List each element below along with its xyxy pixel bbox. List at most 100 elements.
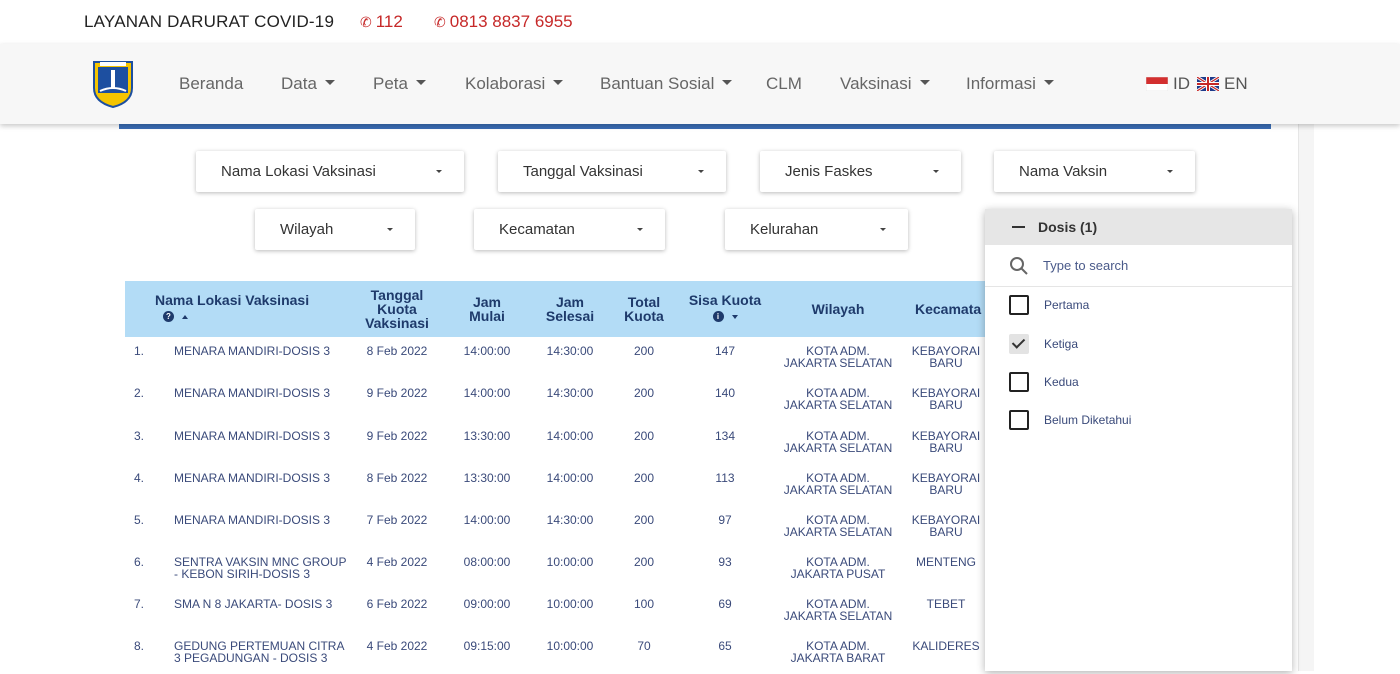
th-total-kuota[interactable]: Total Kuota — [614, 295, 674, 323]
cell-line: BARU — [929, 525, 963, 539]
dosis-option[interactable]: Belum Diketahui — [1009, 410, 1131, 430]
cell-sisa: 113 — [715, 471, 735, 485]
cell-tanggal: 9 Feb 2022 — [366, 386, 428, 400]
th-jam-mulai[interactable]: Jam Mulai — [452, 295, 522, 323]
cell-kecamatan: KEBAYORAI BARU — [906, 345, 986, 369]
cell-mulai: 14:00:00 — [463, 513, 511, 527]
caret-down-icon — [880, 228, 886, 231]
cell-tanggal: 7 Feb 2022 — [366, 513, 428, 527]
phone-link-112[interactable]: ✆ 112 — [360, 12, 403, 32]
cell-mulai: 08:00:00 — [463, 555, 511, 569]
filter-label: Nama Lokasi Vaksinasi — [221, 163, 376, 180]
cell-line: MENTENG — [916, 555, 976, 569]
cell-mulai: 14:00:00 — [463, 344, 511, 358]
checkbox-icon[interactable] — [1009, 295, 1029, 315]
nav-label: Vaksinasi — [840, 74, 912, 93]
cell-line: MENARA MANDIRI-DOSIS 3 — [174, 513, 331, 527]
table-row[interactable]: 6. SENTRA VAKSIN MNC GROUP - KEBON SIRIH-D… — [125, 548, 985, 590]
cell-line: TEBET — [926, 597, 966, 611]
caret-down-icon — [387, 228, 393, 231]
filter-nama-vaksin[interactable]: Nama Vaksin — [994, 151, 1195, 192]
nav-informasi[interactable]: Informasi — [966, 74, 1054, 94]
cell-selesai: 14:00:00 — [546, 471, 594, 485]
cell-lokasi: SENTRA VAKSIN MNC GROUP - KEBON SIRIH-DOS… — [174, 556, 354, 580]
cell-selesai: 14:00:00 — [546, 429, 594, 443]
filter-label: Wilayah — [280, 221, 334, 238]
th-label: Wilayah — [811, 301, 865, 317]
cell-sisa: 65 — [718, 639, 732, 653]
th-label: Sisa Kuota — [688, 292, 762, 308]
dosis-option[interactable]: Pertama — [1009, 295, 1089, 315]
th-kecamatan[interactable]: Kecamata — [915, 302, 995, 316]
nav-clm[interactable]: CLM — [766, 74, 802, 94]
dosis-option[interactable]: Ketiga — [1009, 334, 1078, 354]
cell-line: BARU — [929, 398, 963, 412]
lang-en-button[interactable]: EN — [1197, 74, 1248, 94]
nav-peta[interactable]: Peta — [373, 74, 426, 94]
sort-desc-icon[interactable] — [731, 314, 738, 319]
th-sisa-kuota[interactable]: Sisa Kuota i — [685, 293, 765, 322]
table-row[interactable]: 2. MENARA MANDIRI-DOSIS 3 9 Feb 2022 14:00:… — [125, 379, 985, 421]
dosis-dropdown-panel: Dosis (1) Type to search Pertama Ketiga Ke… — [985, 209, 1292, 671]
nav-label: Beranda — [179, 74, 244, 93]
filter-kelurahan[interactable]: Kelurahan — [725, 209, 908, 250]
checkbox-icon[interactable] — [1009, 372, 1029, 392]
phone-number: 112 — [375, 12, 403, 31]
cell-total: 200 — [633, 555, 655, 569]
table-row[interactable]: 8. GEDUNG PERTEMUAN CITRA 3 PEGADUNGAN - D… — [125, 632, 985, 674]
dosis-option-label: Kedua — [1044, 375, 1079, 389]
cell-total: 200 — [633, 429, 655, 443]
cell-line: JAKARTA SELATAN — [783, 525, 893, 539]
nav-label: Bantuan Sosial — [600, 74, 715, 93]
dosis-panel-header[interactable]: Dosis (1) — [985, 209, 1292, 245]
filter-tanggal[interactable]: Tanggal Vaksinasi — [498, 151, 726, 192]
cell-mulai: 09:15:00 — [463, 639, 511, 653]
dosis-option[interactable]: Kedua — [1009, 372, 1079, 392]
th-label: Total — [627, 294, 661, 310]
nav-kolaborasi[interactable]: Kolaborasi — [465, 74, 564, 94]
filter-kecamatan[interactable]: Kecamatan — [474, 209, 665, 250]
caret-down-icon — [637, 228, 643, 231]
th-label: Selesai — [545, 308, 595, 324]
table-row[interactable]: 5. MENARA MANDIRI-DOSIS 3 7 Feb 2022 14:00:… — [125, 506, 985, 548]
nav-beranda[interactable]: Beranda — [179, 74, 243, 94]
minus-icon[interactable] — [1011, 220, 1026, 235]
dosis-option-label: Belum Diketahui — [1044, 413, 1132, 427]
caret-down-icon — [415, 80, 426, 86]
table-row[interactable]: 4. MENARA MANDIRI-DOSIS 3 8 Feb 2022 13:30:… — [125, 464, 985, 506]
info-icon[interactable]: i — [712, 311, 724, 322]
filter-wilayah[interactable]: Wilayah — [255, 209, 415, 250]
th-label: Mulai — [469, 308, 505, 324]
cell-line: MENARA MANDIRI-DOSIS 3 — [174, 429, 331, 443]
phone-link-hotline[interactable]: ✆ 0813 8837 6955 — [434, 12, 573, 32]
page-scroll-frame — [1298, 124, 1314, 671]
cell-wilayah: KOTA ADM. JAKARTA PUSAT — [778, 556, 898, 580]
th-wilayah[interactable]: Wilayah — [788, 302, 888, 316]
cell-line: BARU — [929, 441, 963, 455]
cell-line: MENARA MANDIRI-DOSIS 3 — [174, 386, 331, 400]
nav-bantuan-sosial[interactable]: Bantuan Sosial — [600, 74, 733, 94]
lang-id-button[interactable]: ID — [1146, 74, 1190, 94]
caret-down-icon — [436, 170, 442, 173]
table-row[interactable]: 7. SMA N 8 JAKARTA- DOSIS 3 6 Feb 2022 09:0… — [125, 590, 985, 632]
filter-jenis-faskes[interactable]: Jenis Faskes — [760, 151, 961, 192]
info-icon[interactable]: ? — [163, 311, 174, 322]
dosis-search-field[interactable]: Type to search — [985, 245, 1292, 287]
nav-vaksinasi[interactable]: Vaksinasi — [840, 74, 930, 94]
sort-asc-icon[interactable] — [182, 314, 188, 319]
table-row[interactable]: 1. MENARA MANDIRI-DOSIS 3 8 Feb 2022 14:00:… — [125, 337, 985, 379]
cell-selesai: 10:00:00 — [546, 555, 594, 569]
dosis-panel-title: Dosis (1) — [1038, 219, 1098, 235]
th-jam-selesai[interactable]: Jam Selesai — [535, 295, 605, 323]
jakarta-logo-icon[interactable] — [92, 58, 134, 108]
table-row[interactable]: 3. MENARA MANDIRI-DOSIS 3 9 Feb 2022 13:30:… — [125, 422, 985, 464]
checkbox-icon[interactable] — [1009, 410, 1029, 430]
cell-line: JAKARTA SELATAN — [783, 483, 893, 497]
checkbox-checked-icon[interactable] — [1009, 334, 1029, 354]
cell-sisa: 140 — [714, 386, 736, 400]
th-nama-lokasi[interactable]: Nama Lokasi Vaksinasi ? — [155, 293, 335, 322]
filter-nama-lokasi[interactable]: Nama Lokasi Vaksinasi — [196, 151, 464, 192]
th-tanggal[interactable]: Tanggal Kuota Vaksinasi — [357, 288, 437, 330]
nav-data[interactable]: Data — [281, 74, 335, 94]
cell-sisa: 93 — [718, 555, 732, 569]
